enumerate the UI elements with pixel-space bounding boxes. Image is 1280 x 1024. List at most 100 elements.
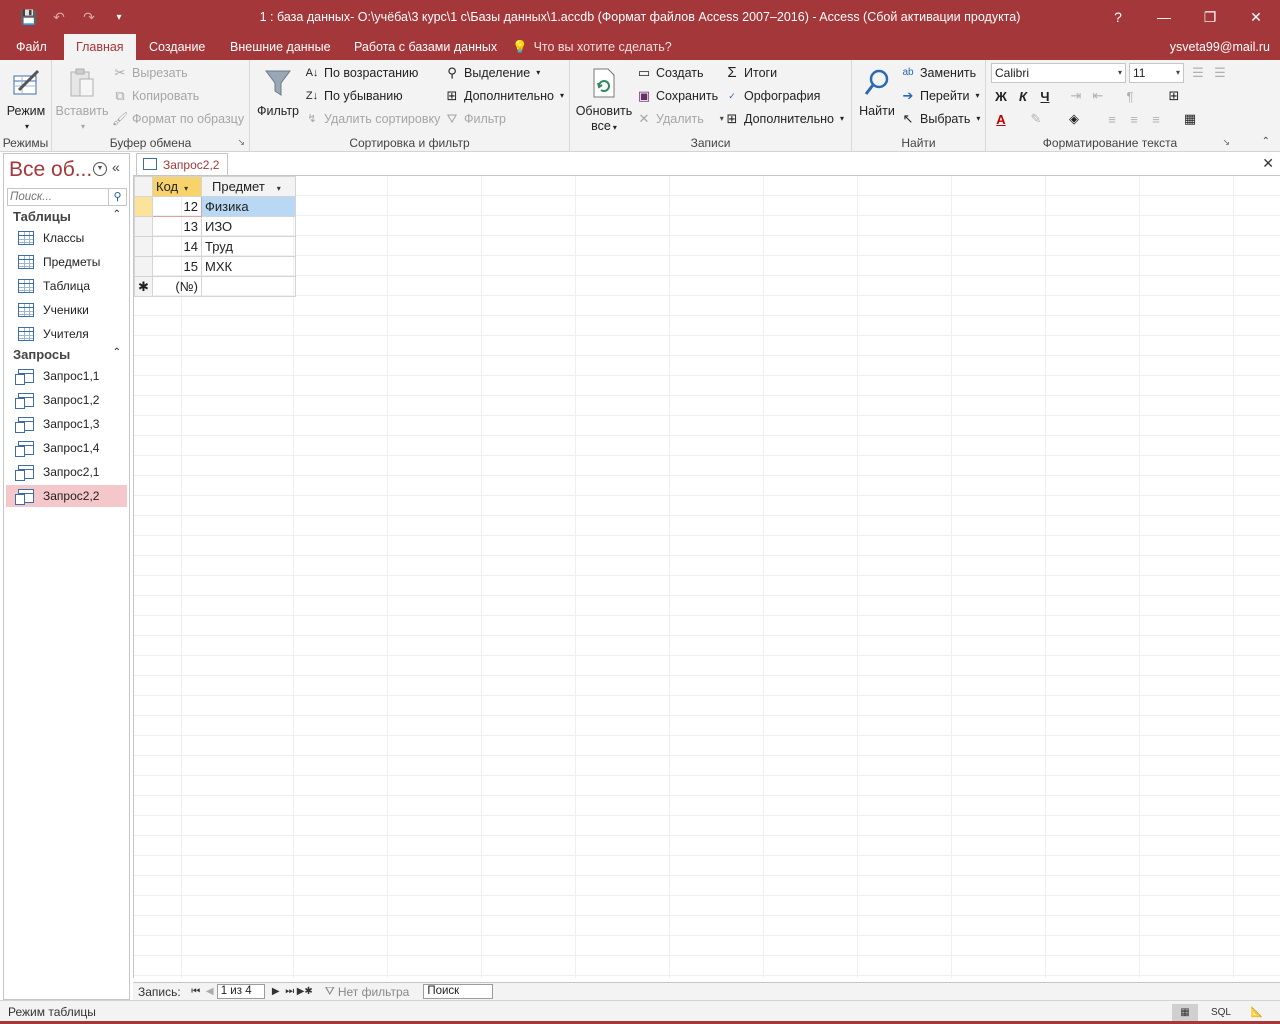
- user-account[interactable]: ysveta99@mail.ru: [1170, 34, 1270, 60]
- cell-code[interactable]: 14: [152, 236, 202, 257]
- cell-subject-new[interactable]: [201, 276, 296, 297]
- undo-icon[interactable]: ↶: [44, 2, 74, 32]
- next-record-icon[interactable]: ▶: [269, 986, 283, 997]
- nav-item-table[interactable]: Предметы: [6, 251, 127, 273]
- nav-item-table[interactable]: Таблица: [6, 275, 127, 297]
- first-record-icon[interactable]: ⏮: [189, 986, 203, 997]
- sort-descending-button[interactable]: Z↓ По убыванию: [304, 85, 403, 107]
- save-record-button[interactable]: ▣ Сохранить: [636, 85, 718, 107]
- format-painter-button[interactable]: 🖌 Формат по образцу: [112, 108, 244, 130]
- tab-create[interactable]: Создание: [137, 34, 217, 60]
- select-button[interactable]: ↖ Выбрать ▾: [900, 108, 981, 130]
- nav-item-query[interactable]: Запрос1,1: [6, 365, 127, 387]
- collapse-ribbon-icon[interactable]: ⌃: [1262, 136, 1270, 147]
- highlight-icon[interactable]: ✎: [1026, 109, 1046, 129]
- spelling-button[interactable]: ✓ Орфография: [724, 85, 820, 107]
- nav-item-table[interactable]: Ученики: [6, 299, 127, 321]
- document-tab[interactable]: Запрос2,2: [136, 153, 229, 175]
- view-mode-button[interactable]: Режим ▾: [4, 64, 48, 134]
- cell-code-new[interactable]: (№): [152, 276, 202, 297]
- nav-item-query[interactable]: Запрос1,4: [6, 437, 127, 459]
- help-button[interactable]: ?: [1095, 0, 1141, 34]
- datasheet-view-icon[interactable]: ▦: [1172, 1004, 1198, 1022]
- totals-button[interactable]: Σ Итоги: [724, 62, 777, 84]
- design-view-icon[interactable]: 📐: [1244, 1004, 1270, 1022]
- nav-section-tables[interactable]: Таблицы ⌃: [13, 209, 121, 229]
- close-window-button[interactable]: ✕: [1233, 0, 1279, 34]
- column-header-code[interactable]: Код ▾: [152, 176, 202, 197]
- increase-indent-icon[interactable]: ⇥: [1066, 86, 1086, 106]
- cell-subject[interactable]: Физика: [201, 196, 296, 217]
- save-icon[interactable]: 💾: [14, 2, 44, 32]
- fill-color-icon[interactable]: ◈: [1064, 109, 1084, 129]
- selection-filter-button[interactable]: ⚲ Выделение ▾: [444, 62, 540, 84]
- cell-subject[interactable]: ИЗО: [201, 216, 296, 237]
- nav-header[interactable]: Все об... ▼ «: [4, 154, 129, 186]
- bullets-icon[interactable]: ☰: [1188, 63, 1208, 83]
- current-record-field[interactable]: 1 из 4: [216, 984, 265, 999]
- numbering-icon[interactable]: ☰: [1210, 63, 1230, 83]
- close-document-icon[interactable]: ✕: [1262, 155, 1274, 172]
- cell-subject[interactable]: МХК: [201, 256, 296, 277]
- align-left-icon[interactable]: ≡: [1102, 109, 1122, 129]
- font-size-combo[interactable]: 11 ▾: [1129, 63, 1184, 83]
- filter-button[interactable]: Фильтр: [254, 64, 302, 119]
- last-record-icon[interactable]: ⏭: [283, 986, 297, 997]
- nav-menu-chevron-icon[interactable]: ▼: [93, 162, 107, 176]
- font-name-combo[interactable]: Calibri ▾: [991, 63, 1126, 83]
- replace-button[interactable]: ab Заменить: [900, 62, 976, 84]
- column-header-subject[interactable]: Предмет ▾: [201, 176, 296, 197]
- font-color-icon[interactable]: A: [991, 109, 1011, 129]
- nav-item-query[interactable]: Запрос1,2: [6, 389, 127, 411]
- align-center-icon[interactable]: ≡: [1124, 109, 1144, 129]
- row-selector[interactable]: [134, 216, 153, 237]
- italic-button[interactable]: К: [1013, 86, 1033, 106]
- remove-sort-button[interactable]: ↯ Удалить сортировку: [304, 108, 440, 130]
- tab-database-tools[interactable]: Работа с базами данных: [342, 34, 509, 60]
- sql-view-button[interactable]: SQL: [1208, 1004, 1234, 1022]
- chevron-down-icon[interactable]: ▾: [184, 184, 188, 193]
- redo-icon[interactable]: ↷: [74, 2, 104, 32]
- delete-record-button[interactable]: ✕ Удалить ▾: [636, 108, 724, 130]
- filter-status[interactable]: ⛛ Нет фильтра: [325, 984, 410, 999]
- toggle-filter-button[interactable]: ⛛ Фильтр: [444, 108, 506, 130]
- bold-button[interactable]: Ж: [991, 86, 1011, 106]
- paragraph-direction-icon[interactable]: ¶: [1120, 86, 1140, 106]
- row-selector[interactable]: [134, 236, 153, 257]
- cell-code[interactable]: 15: [152, 256, 202, 277]
- sort-ascending-button[interactable]: A↓ По возрастанию: [304, 62, 419, 84]
- dialog-launcher-icon[interactable]: ↘: [237, 137, 245, 148]
- find-button[interactable]: Найти: [856, 64, 898, 119]
- nav-item-table[interactable]: Классы: [6, 227, 127, 249]
- cut-button[interactable]: ✂ Вырезать: [112, 62, 188, 84]
- search-icon[interactable]: ⚲: [108, 189, 126, 205]
- nav-item-table[interactable]: Учителя: [6, 323, 127, 345]
- alternate-row-color-icon[interactable]: ▦: [1180, 109, 1200, 129]
- underline-button[interactable]: Ч: [1035, 86, 1055, 106]
- paste-button[interactable]: Вставить ▾: [56, 64, 109, 134]
- shutter-bar-icon[interactable]: «: [112, 159, 120, 175]
- nav-item-query[interactable]: Запрос1,3: [6, 413, 127, 435]
- more-records-button[interactable]: ⊞ Дополнительно ▾: [724, 108, 844, 130]
- decrease-indent-icon[interactable]: ⇤: [1088, 86, 1108, 106]
- cell-code[interactable]: 12: [152, 196, 202, 217]
- row-selector[interactable]: [134, 196, 153, 217]
- align-right-icon[interactable]: ≡: [1146, 109, 1166, 129]
- minimize-button[interactable]: —: [1141, 0, 1187, 34]
- record-search-input[interactable]: Поиск: [423, 984, 494, 999]
- restore-button[interactable]: ❐: [1187, 0, 1233, 34]
- customize-qat-icon[interactable]: ▾: [104, 2, 134, 32]
- advanced-filter-button[interactable]: ⊞ Дополнительно ▾: [444, 85, 564, 107]
- tab-file[interactable]: Файл: [4, 34, 59, 60]
- new-record-button[interactable]: ▭ Создать: [636, 62, 704, 84]
- row-selector[interactable]: [134, 256, 153, 277]
- nav-item-query-selected[interactable]: Запрос2,2: [6, 485, 127, 507]
- gridlines-icon[interactable]: ⊞: [1164, 86, 1184, 106]
- new-record-nav-icon[interactable]: ▶✱: [297, 986, 313, 997]
- dialog-launcher-icon[interactable]: ↘: [1222, 137, 1230, 148]
- select-all-corner[interactable]: [134, 176, 153, 197]
- nav-item-query[interactable]: Запрос2,1: [6, 461, 127, 483]
- tab-home[interactable]: Главная: [64, 34, 136, 60]
- tab-external-data[interactable]: Внешние данные: [218, 34, 343, 60]
- new-record-marker-icon[interactable]: ✱: [134, 276, 153, 297]
